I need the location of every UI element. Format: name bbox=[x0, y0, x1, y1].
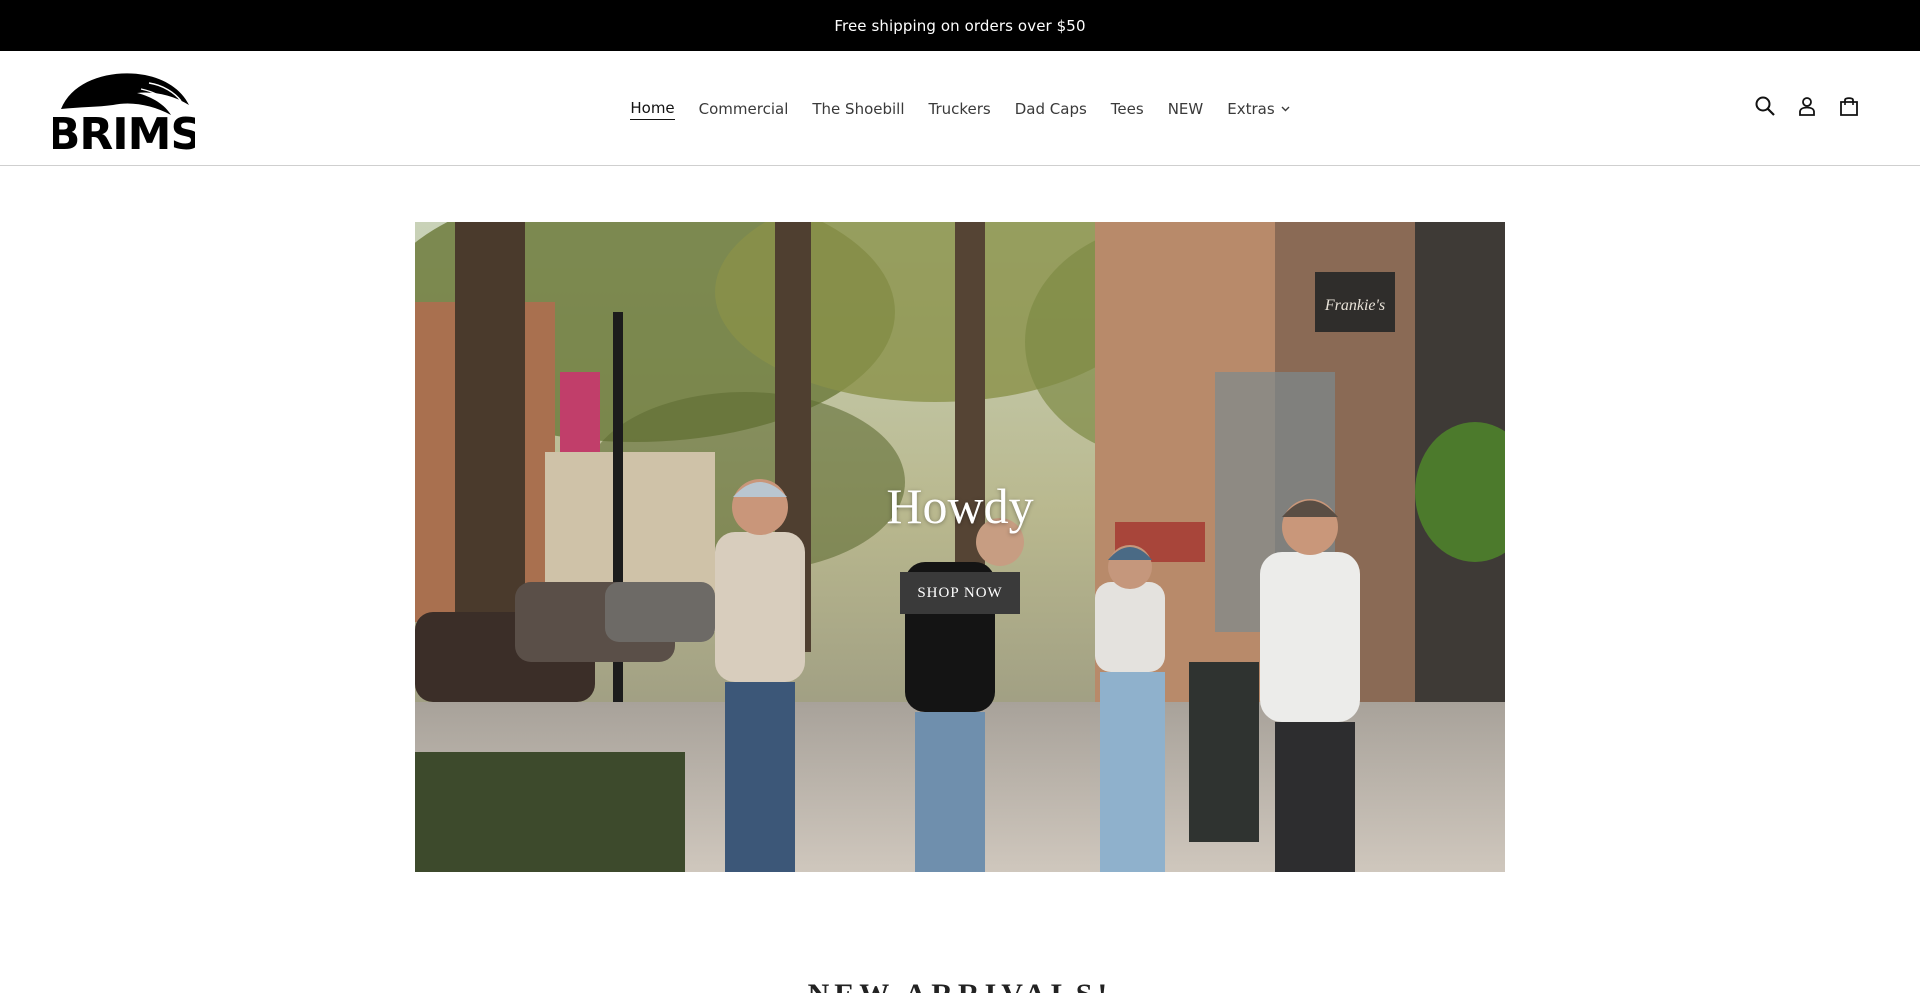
nav-item-label: Truckers bbox=[928, 99, 991, 118]
nav-item-commercial[interactable]: Commercial bbox=[687, 96, 801, 122]
nav-item-label: Tees bbox=[1110, 99, 1144, 118]
nav-item-label: The Shoebill bbox=[812, 99, 905, 118]
account-icon[interactable] bbox=[1794, 93, 1820, 119]
nav-item-tees[interactable]: Tees bbox=[1099, 96, 1156, 122]
header-icons bbox=[1752, 93, 1862, 119]
search-icon[interactable] bbox=[1752, 93, 1778, 119]
nav-item-home[interactable]: Home bbox=[618, 93, 686, 124]
hero-banner: Frankie's Howdy SHOP NOW bbox=[415, 222, 1505, 872]
nav-item-new[interactable]: NEW bbox=[1156, 96, 1216, 122]
site-header: BRIMS Home Commercial The Shoebill Truckers… bbox=[0, 51, 1920, 166]
logo-text: BRIMS bbox=[53, 109, 195, 153]
brand-logo[interactable]: BRIMS bbox=[47, 65, 202, 160]
chevron-down-icon bbox=[1281, 106, 1290, 111]
main-nav: Home Commercial The Shoebill Truckers Dad Ca… bbox=[0, 51, 1920, 166]
hero-title: Howdy bbox=[886, 478, 1034, 534]
nav-item-extras[interactable]: Extras bbox=[1215, 96, 1301, 122]
nav-item-label: NEW bbox=[1167, 99, 1204, 118]
nav-item-dad-caps[interactable]: Dad Caps bbox=[1003, 96, 1099, 122]
new-arrivals-title: NEW ARRIVALS! bbox=[0, 978, 1920, 993]
hero-image: Frankie's bbox=[415, 222, 1505, 872]
announcement-bar: Free shipping on orders over $50 bbox=[0, 0, 1920, 51]
nav-item-label: Home bbox=[630, 99, 675, 120]
announcement-text: Free shipping on orders over $50 bbox=[834, 16, 1086, 35]
shop-now-button[interactable]: SHOP NOW bbox=[900, 572, 1020, 614]
cart-icon[interactable] bbox=[1836, 93, 1862, 119]
nav-item-label: Extras bbox=[1227, 99, 1275, 118]
storefront-sign: Frankie's bbox=[1324, 297, 1385, 314]
nav-item-label: Commercial bbox=[698, 99, 789, 118]
nav-item-the-shoebill[interactable]: The Shoebill bbox=[800, 96, 916, 122]
nav-item-label: Dad Caps bbox=[1014, 99, 1087, 118]
nav-item-truckers[interactable]: Truckers bbox=[917, 96, 1003, 122]
